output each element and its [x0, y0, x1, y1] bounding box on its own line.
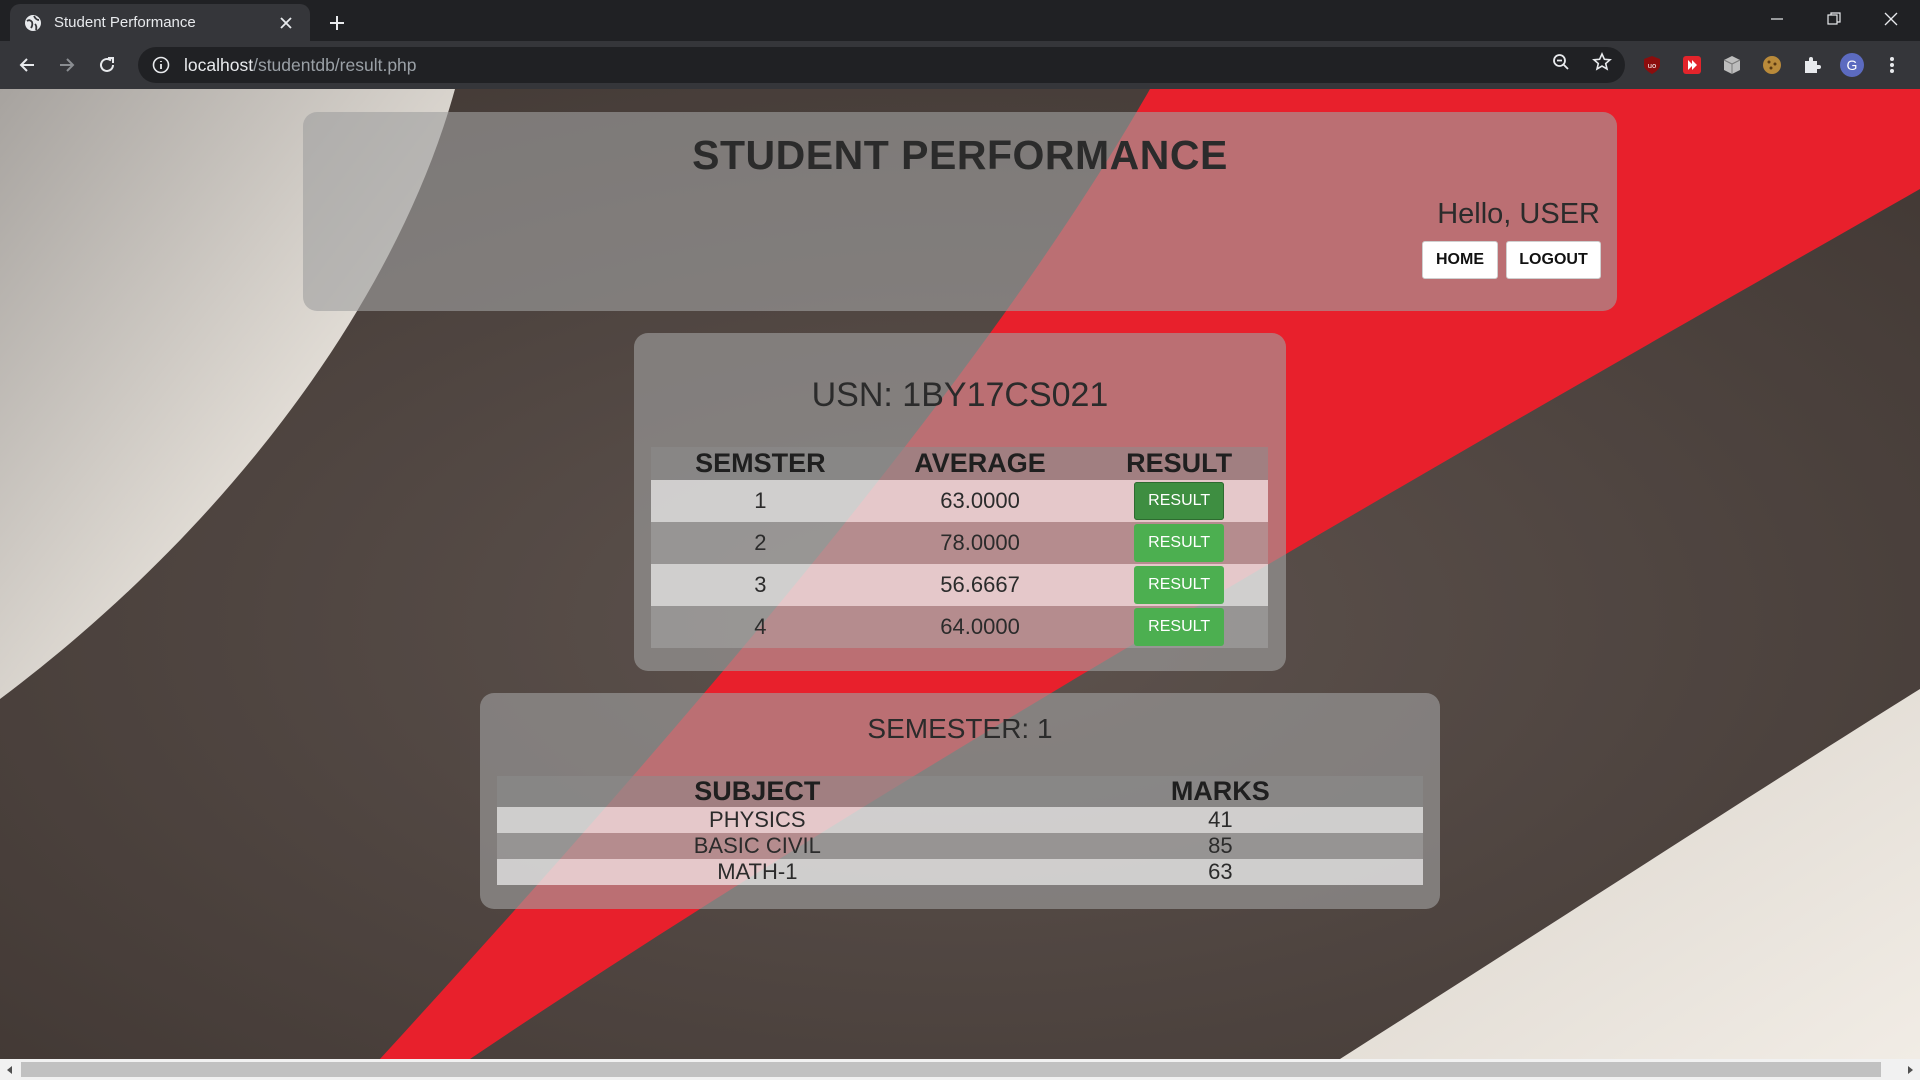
average-cell: 56.6667: [869, 564, 1091, 606]
result-cell: RESULT: [1090, 522, 1268, 564]
marks-table: SUBJECT MARKS PHYSICS 41 BASIC CIVIL 85 …: [497, 776, 1423, 885]
profile-initial: G: [1840, 53, 1864, 77]
semester-heading: SEMESTER: 1: [867, 713, 1053, 744]
logout-button[interactable]: LOGOUT: [1506, 241, 1601, 279]
semester-summary-panel: USN: 1BY17CS021 SEMSTER AVERAGE RESULT 1…: [634, 333, 1286, 671]
subject-cell: MATH-1: [497, 859, 1018, 885]
table-row: 3 56.6667 RESULT: [651, 564, 1268, 606]
svg-text:uo: uo: [1648, 62, 1657, 70]
semester-summary-table: SEMSTER AVERAGE RESULT 1 63.0000 RESULT …: [651, 447, 1268, 648]
forward-arrow-icon[interactable]: [52, 50, 82, 80]
ublock-extension-icon[interactable]: uo: [1640, 53, 1664, 77]
cube-extension-icon[interactable]: [1720, 53, 1744, 77]
user-greeting: Hello, USER: [1437, 198, 1600, 230]
semester-cell: 3: [651, 564, 870, 606]
semester-cell: 1: [651, 480, 870, 522]
average-cell: 78.0000: [869, 522, 1091, 564]
semester-cell: 2: [651, 522, 870, 564]
table-header-row: SUBJECT MARKS: [497, 776, 1423, 807]
result-cell: RESULT: [1090, 606, 1268, 648]
result-button-sem-4[interactable]: RESULT: [1134, 608, 1225, 646]
page-viewport: STUDENT PERFORMANCE Hello, USER HOME LOG…: [0, 89, 1920, 1059]
url-host: localhost: [184, 54, 254, 75]
semester-detail-panel: SEMESTER: 1 SUBJECT MARKS PHYSICS 41 BAS…: [480, 693, 1440, 909]
table-row: PHYSICS 41: [497, 807, 1423, 833]
result-button-sem-3[interactable]: RESULT: [1134, 566, 1225, 604]
table-row: 4 64.0000 RESULT: [651, 606, 1268, 648]
media-extension-icon[interactable]: [1680, 53, 1704, 77]
minimize-icon[interactable]: [1748, 0, 1806, 38]
puzzle-extensions-icon[interactable]: [1800, 53, 1824, 77]
marks-cell: 63: [1017, 859, 1423, 885]
new-tab-icon[interactable]: [322, 8, 352, 38]
tab-title: Student Performance: [54, 14, 196, 31]
zoom-icon[interactable]: [1546, 47, 1576, 77]
browser-toolbar: localhost/studentdb/result.php: [0, 41, 1920, 89]
url-path: /studentdb/result.php: [253, 54, 417, 75]
address-bar[interactable]: localhost/studentdb/result.php: [138, 47, 1625, 83]
bookmark-star-icon[interactable]: [1587, 47, 1617, 77]
subject-cell: PHYSICS: [497, 807, 1018, 833]
average-cell: 64.0000: [869, 606, 1091, 648]
column-header-marks: MARKS: [1017, 776, 1423, 807]
reload-icon[interactable]: [92, 50, 122, 80]
more-menu-icon[interactable]: [1880, 53, 1904, 77]
header-panel: STUDENT PERFORMANCE Hello, USER HOME LOG…: [303, 112, 1617, 311]
restore-icon[interactable]: [1805, 0, 1863, 38]
home-button[interactable]: HOME: [1422, 241, 1498, 279]
marks-cell: 85: [1017, 833, 1423, 859]
table-row: MATH-1 63: [497, 859, 1423, 885]
result-cell: RESULT: [1090, 480, 1268, 522]
close-tab-icon[interactable]: [276, 13, 296, 33]
column-header-average: AVERAGE: [869, 447, 1091, 480]
scroll-left-arrow-icon[interactable]: [0, 1059, 20, 1080]
back-arrow-icon[interactable]: [12, 50, 42, 80]
column-header-subject: SUBJECT: [497, 776, 1018, 807]
marks-cell: 41: [1017, 807, 1423, 833]
subject-cell: BASIC CIVIL: [497, 833, 1018, 859]
table-row: 1 63.0000 RESULT: [651, 480, 1268, 522]
table-row: 2 78.0000 RESULT: [651, 522, 1268, 564]
average-cell: 63.0000: [869, 480, 1091, 522]
result-button-sem-2[interactable]: RESULT: [1134, 524, 1225, 562]
close-window-icon[interactable]: [1862, 0, 1920, 38]
page-title: STUDENT PERFORMANCE: [692, 132, 1228, 178]
info-icon[interactable]: [152, 56, 170, 74]
column-header-semester: SEMSTER: [651, 447, 870, 480]
scrollbar-thumb[interactable]: [21, 1062, 1881, 1077]
profile-avatar[interactable]: G: [1840, 53, 1864, 77]
table-row: BASIC CIVIL 85: [497, 833, 1423, 859]
horizontal-scrollbar[interactable]: [0, 1059, 1920, 1080]
semester-cell: 4: [651, 606, 870, 648]
result-button-sem-1[interactable]: RESULT: [1134, 482, 1225, 520]
browser-tab[interactable]: Student Performance: [10, 4, 310, 41]
table-header-row: SEMSTER AVERAGE RESULT: [651, 447, 1268, 480]
globe-icon: [25, 14, 41, 31]
tab-strip: Student Performance: [0, 0, 1920, 41]
scroll-right-arrow-icon[interactable]: [1900, 1059, 1920, 1080]
result-cell: RESULT: [1090, 564, 1268, 606]
usn-heading: USN: 1BY17CS021: [811, 376, 1109, 414]
cookie-extension-icon[interactable]: [1760, 53, 1784, 77]
column-header-result: RESULT: [1090, 447, 1268, 480]
